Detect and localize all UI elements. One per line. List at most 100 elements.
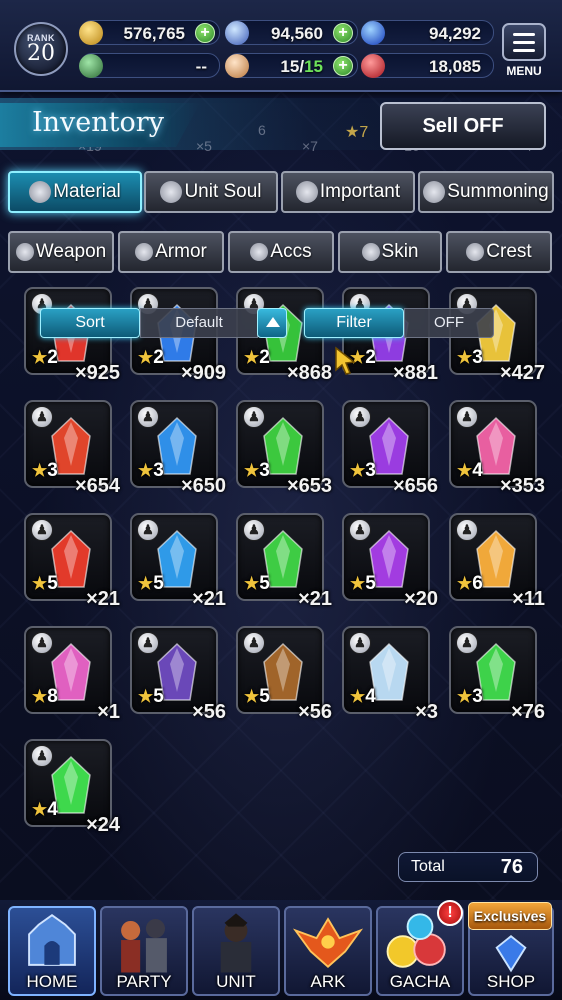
item-quantity: ×3 — [415, 701, 438, 723]
soul-flame-icon — [160, 181, 183, 203]
home-castle-icon — [28, 914, 76, 966]
sort-value[interactable]: Default — [140, 308, 258, 338]
ark-phoenix-icon — [292, 917, 364, 969]
item-quantity: ×868 — [286, 362, 332, 384]
item-quantity: ×21 — [192, 588, 226, 610]
item-stars: 4 — [47, 799, 58, 820]
item-quantity: ×654 — [74, 475, 120, 497]
lapis-amount: 94,560 — [271, 24, 323, 43]
item-quantity: ×21 — [298, 588, 332, 610]
item-quantity: ×653 — [286, 475, 332, 497]
tab-label: Weapon — [35, 241, 107, 262]
tab-weapon[interactable]: Weapon — [8, 231, 114, 273]
gacha-notification-badge: ! — [437, 900, 463, 926]
item-stars: 5 — [153, 686, 164, 707]
rank-badge[interactable]: RANK 20 — [14, 22, 68, 76]
sword-stamina-counter: -- — [79, 53, 220, 78]
item-stars: 2 — [47, 347, 58, 368]
tab-summoning[interactable]: Summoning — [418, 171, 554, 213]
ghost-qty: ×5 — [196, 138, 212, 154]
total-counter: Total 76 — [398, 852, 538, 882]
pointer-cursor-icon — [335, 346, 356, 375]
star-icon: ★ — [244, 461, 260, 480]
item-stars: 3 — [365, 460, 376, 481]
star-icon — [295, 181, 318, 203]
hamburger-line — [513, 49, 535, 52]
item-stars: 4 — [472, 460, 483, 481]
hamburger-line — [513, 33, 535, 36]
tab-crest[interactable]: Crest — [446, 231, 552, 273]
add-gil-button[interactable]: + — [195, 23, 215, 43]
menu-button[interactable] — [502, 23, 546, 61]
total-label: Total — [411, 858, 445, 875]
item-stars: 5 — [365, 573, 376, 594]
tab-label: Armor — [155, 241, 207, 262]
crest-icon — [466, 243, 485, 261]
tab-accs[interactable]: Accs — [228, 231, 334, 273]
exclusives-badge[interactable]: Exclusives — [468, 902, 552, 930]
star-icon: ★ — [32, 800, 48, 819]
tab-unit-soul[interactable]: Unit Soul — [144, 171, 278, 213]
sword-stamina-amount: -- — [195, 57, 207, 76]
nav-unit[interactable]: UNIT — [192, 906, 280, 996]
item-quantity: ×56 — [192, 701, 226, 723]
item-stars: 5 — [259, 573, 270, 594]
add-stamina-button[interactable]: + — [333, 56, 353, 76]
stamina-current: 15 — [280, 57, 300, 76]
item-stars: 4 — [365, 686, 376, 707]
summoning-icon — [423, 181, 446, 203]
item-rarity: ★2 — [32, 347, 58, 369]
crystal-icon — [225, 21, 249, 45]
sell-toggle-button[interactable]: Sell OFF — [380, 102, 546, 150]
sort-button[interactable]: Sort — [40, 308, 140, 338]
add-lapis-button[interactable]: + — [333, 23, 353, 43]
star-icon: ★ — [32, 461, 48, 480]
party-characters-icon — [121, 919, 167, 973]
nav-label: PARTY — [116, 972, 172, 991]
item-quantity: ×56 — [298, 701, 332, 723]
material-bag-icon — [29, 181, 52, 203]
inventory-title-banner: Inventory — [0, 103, 200, 147]
page-title: Inventory — [32, 107, 164, 138]
item-rarity: ★5 — [350, 573, 376, 595]
coin-icon — [79, 21, 103, 45]
item-quantity: ×909 — [180, 362, 226, 384]
unit-hero-icon — [220, 913, 252, 973]
star-icon: ★ — [350, 461, 366, 480]
tab-label: Material — [53, 181, 121, 202]
top-hud: RANK 20 576,765 + 94,560 + 94,292 -- 15/… — [0, 0, 562, 92]
tab-material[interactable]: Material — [8, 171, 142, 213]
item-rarity: ★3 — [138, 460, 164, 482]
nav-ark[interactable]: ARK — [284, 906, 372, 996]
item-rarity: ★8 — [32, 686, 58, 708]
item-quantity: ×21 — [86, 588, 120, 610]
stamina-icon — [225, 54, 249, 78]
lapis-counter: 94,560 + — [225, 20, 358, 45]
star-icon: ★ — [350, 574, 366, 593]
red-orb-amount: 18,085 — [429, 57, 481, 76]
item-rarity: ★6 — [457, 573, 483, 595]
tab-important[interactable]: Important — [281, 171, 415, 213]
blue-orb-counter: 94,292 — [361, 20, 494, 45]
nav-party[interactable]: PARTY — [100, 906, 188, 996]
stamina-max: 15 — [304, 57, 323, 76]
item-stars: 8 — [47, 686, 58, 707]
nav-label: GACHA — [389, 972, 451, 991]
star-icon: ★ — [32, 687, 48, 706]
tab-armor[interactable]: Armor — [118, 231, 224, 273]
item-stars: 5 — [153, 573, 164, 594]
filter-button[interactable]: Filter — [304, 308, 404, 338]
ghost-qty: ×7 — [302, 138, 318, 154]
tab-label: Accs — [270, 241, 312, 262]
item-rarity: ★2 — [138, 347, 164, 369]
item-rarity: ★5 — [32, 573, 58, 595]
star-icon: ★ — [138, 574, 154, 593]
item-rarity: ★4 — [32, 799, 58, 821]
star-icon: ★ — [457, 687, 473, 706]
star-icon: ★ — [457, 348, 473, 367]
stamina-amount: 15/15 — [280, 57, 323, 77]
nav-home[interactable]: HOME — [8, 906, 96, 996]
filter-value[interactable]: OFF — [404, 308, 494, 338]
tab-skin[interactable]: Skin — [338, 231, 442, 273]
sort-order-button[interactable] — [257, 308, 287, 338]
